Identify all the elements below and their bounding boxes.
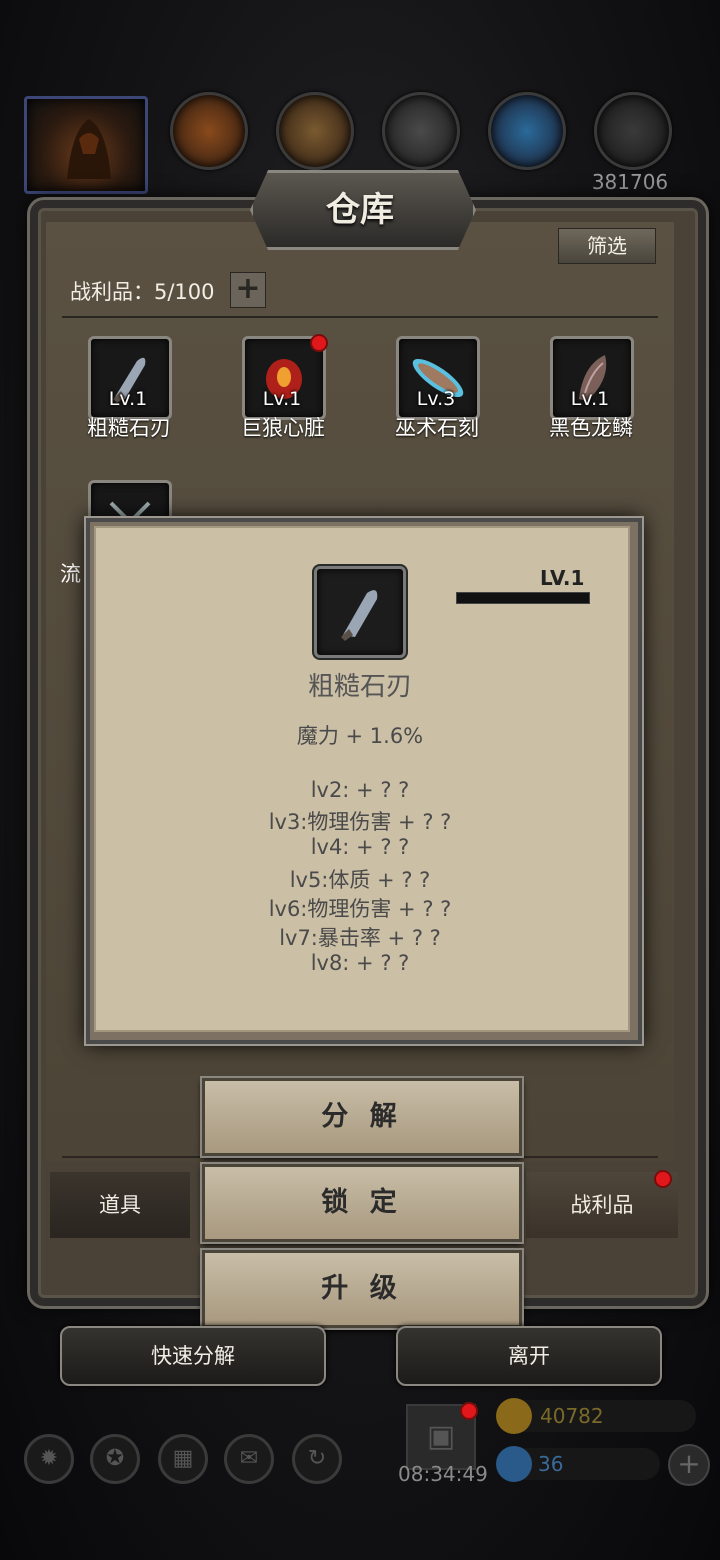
- filter-button[interactable]: 筛选: [558, 228, 656, 264]
- gift-timer: 08:34:49: [398, 1462, 488, 1486]
- new-item-badge: [310, 334, 328, 352]
- upgrade-line: lv3:物理伤害 + ? ?: [268, 810, 452, 834]
- upgrade-line: lv4: + ? ?: [310, 835, 410, 859]
- resource-meat-icon[interactable]: [170, 92, 248, 170]
- tab-items[interactable]: 道具: [50, 1172, 190, 1238]
- expand-capacity-button[interactable]: +: [230, 272, 266, 308]
- upgrade-line: lv6:物理伤害 + ? ?: [268, 897, 452, 921]
- detail-stat: 魔力 + 1.6%: [296, 724, 424, 748]
- gem-amount: 36: [538, 1452, 564, 1476]
- upgrade-line: lv8: + ? ?: [310, 951, 410, 975]
- upgrade-button[interactable]: 升 级: [202, 1250, 522, 1328]
- item-level: Lv.1: [570, 388, 610, 410]
- player-avatar[interactable]: [24, 96, 148, 194]
- refresh-icon[interactable]: ↻: [292, 1434, 342, 1484]
- item-name: 黑色龙鳞: [549, 416, 633, 440]
- page-title: 仓库: [326, 190, 394, 230]
- decompose-button[interactable]: 分 解: [202, 1078, 522, 1156]
- item-name: 巫术石刻: [395, 416, 479, 440]
- achievement-icon[interactable]: ✪: [90, 1434, 140, 1484]
- tab-divider: [62, 1156, 658, 1158]
- stone-blade-icon: [341, 590, 378, 641]
- loot-capacity-label: 战利品：5/100: [70, 280, 215, 304]
- settings-gear-icon[interactable]: ✹: [24, 1434, 74, 1484]
- upgrade-line: lv7:暴击率 + ? ?: [279, 926, 441, 950]
- resource-iron-count: 381706: [591, 170, 669, 194]
- detail-item-slot: [314, 566, 406, 658]
- hooded-figure-icon: [67, 119, 111, 179]
- level-progress-bar: [456, 592, 590, 604]
- resource-crystal-icon[interactable]: [488, 92, 566, 170]
- resource-iron-icon[interactable]: [594, 92, 672, 170]
- resource-stone-icon[interactable]: [382, 92, 460, 170]
- gift-badge: [460, 1402, 478, 1420]
- item-level: Lv.1: [262, 388, 302, 410]
- upgrade-line: lv2: + ? ?: [310, 778, 410, 802]
- detail-level: LV.1: [540, 566, 585, 590]
- item-level: Lv.3: [416, 388, 456, 410]
- item-level: Lv.1: [108, 388, 148, 410]
- gem-icon: [496, 1446, 532, 1482]
- leave-button[interactable]: 离开: [396, 1326, 662, 1386]
- divider: [62, 316, 658, 318]
- item-name: 粗糙石刃: [87, 416, 171, 440]
- upgrade-line: lv5:体质 + ? ?: [289, 868, 431, 892]
- item-name: 巨狼心脏: [241, 416, 325, 440]
- add-gems-button[interactable]: +: [668, 1444, 710, 1486]
- gold-coin-icon: [496, 1398, 532, 1434]
- shop-icon[interactable]: ▦: [158, 1434, 208, 1484]
- mail-icon[interactable]: ✉: [224, 1434, 274, 1484]
- quick-decompose-button[interactable]: 快速分解: [60, 1326, 326, 1386]
- gold-amount: 40782: [540, 1404, 604, 1428]
- item-name: 流: [60, 562, 81, 586]
- loot-tab-badge: [654, 1170, 672, 1188]
- resource-wood-icon[interactable]: [276, 92, 354, 170]
- lock-button[interactable]: 锁 定: [202, 1164, 522, 1242]
- detail-item-name: 粗糙石刃: [307, 672, 412, 702]
